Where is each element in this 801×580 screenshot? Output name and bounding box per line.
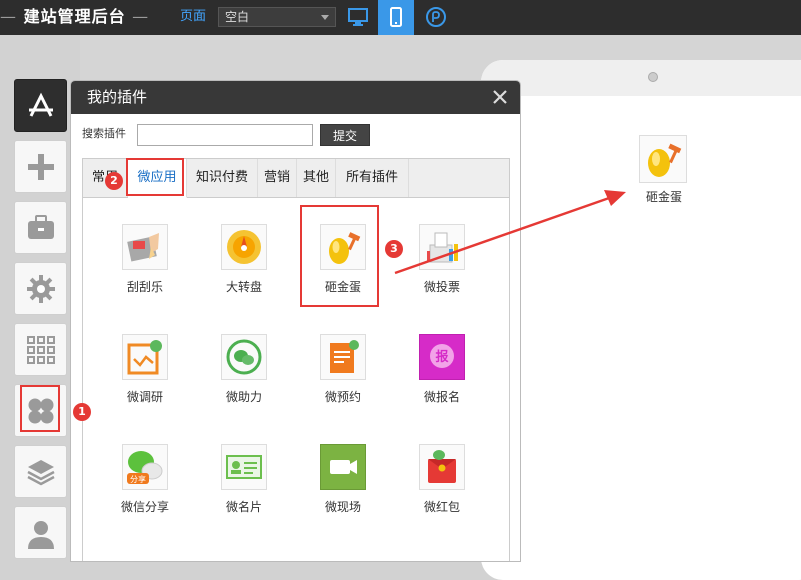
arrow-to-preview	[394, 190, 626, 275]
